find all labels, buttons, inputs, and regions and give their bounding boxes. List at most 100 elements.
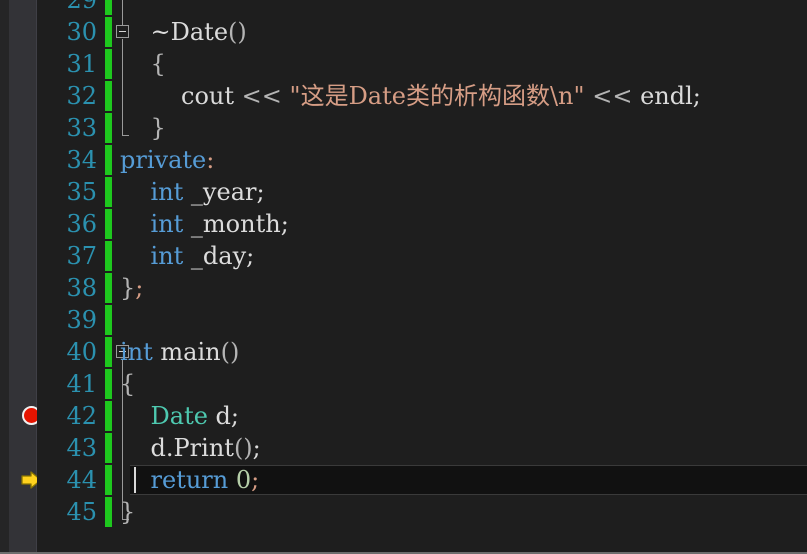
change-bar-segment	[105, 145, 112, 175]
code-editor-pane[interactable]: 29 30 31 32 33 34 35 36 37 38 39 40 41 42 43 44 45 ~Date…	[0, 0, 807, 554]
code-line[interactable]: d.Print();	[120, 432, 807, 464]
change-bar-segment	[105, 81, 112, 111]
code-token: ;	[251, 466, 260, 494]
code-token: _year	[183, 178, 257, 206]
code-token: ()	[228, 18, 247, 46]
code-token: <<	[592, 82, 633, 110]
line-number: 37	[66, 242, 97, 270]
code-line[interactable]: cout << "这是Date类的析构函数\n" << endl;	[120, 80, 807, 112]
code-token: {	[150, 50, 166, 78]
line-number: 34	[66, 146, 97, 174]
code-token: ()	[220, 338, 240, 366]
change-bar-segment	[105, 273, 112, 303]
code-token: 0	[235, 466, 252, 494]
code-token: "这是Date类的析构函数\n"	[289, 82, 585, 110]
change-bar-segment	[105, 465, 112, 495]
glyph-margin[interactable]	[9, 0, 42, 552]
code-line[interactable]: {	[120, 48, 807, 80]
code-token: ;	[135, 274, 144, 302]
code-line[interactable]: {	[120, 368, 807, 400]
code-token: ;	[246, 242, 255, 270]
code-line[interactable]	[120, 304, 807, 336]
code-line[interactable]: int _month;	[120, 208, 807, 240]
code-token: :	[206, 146, 215, 174]
code-token: .	[165, 434, 174, 462]
code-token: _day	[183, 242, 247, 270]
change-bar-segment	[105, 497, 112, 527]
code-line[interactable]: }	[120, 496, 807, 528]
code-line[interactable]: private:	[120, 144, 807, 176]
code-token: ;	[280, 210, 289, 238]
change-bar-segment	[105, 177, 112, 207]
line-number: 31	[66, 50, 97, 78]
change-bar-segment	[105, 433, 112, 463]
change-bar-segment	[105, 209, 112, 239]
line-number: 33	[66, 114, 97, 142]
change-bar-segment	[105, 401, 112, 431]
line-number: 38	[66, 274, 97, 302]
code-line[interactable]: };	[120, 272, 807, 304]
code-token: ;	[230, 402, 240, 430]
code-token: <<	[241, 82, 282, 110]
line-number: 44	[66, 466, 97, 494]
code-token: ~Date	[150, 18, 229, 46]
code-token: ;	[692, 82, 701, 110]
code-token: d	[150, 434, 166, 462]
code-token: Date	[150, 402, 208, 430]
line-number: 42	[66, 402, 97, 430]
change-bar-segment	[105, 0, 112, 15]
change-bar-segment	[105, 49, 112, 79]
code-token: d	[207, 402, 231, 430]
code-text-area[interactable]: ~Date() { cout << "这是Date类的析构函数\n" << en…	[120, 0, 807, 552]
line-number: 41	[66, 370, 97, 398]
code-token: ()	[233, 434, 253, 462]
change-bar-segment	[105, 337, 112, 367]
code-token: Print	[173, 434, 234, 462]
code-token: }	[120, 274, 136, 302]
code-token: int	[150, 210, 184, 238]
code-line[interactable]: return 0;	[120, 464, 807, 496]
line-number: 45	[66, 498, 97, 526]
code-token: private	[120, 146, 207, 174]
code-line[interactable]: }	[120, 112, 807, 144]
change-bar-segment	[105, 17, 112, 47]
code-token: int	[150, 178, 184, 206]
code-token: int	[120, 338, 153, 366]
code-token: {	[120, 370, 136, 398]
code-token: int	[150, 242, 184, 270]
code-line[interactable]: int _year;	[120, 176, 807, 208]
code-token: cout	[181, 82, 235, 110]
code-token: }	[120, 498, 136, 526]
change-bar-segment	[105, 113, 112, 143]
code-line[interactable]	[120, 0, 807, 16]
line-number: 43	[66, 434, 97, 462]
code-token: ;	[256, 178, 265, 206]
line-number: 40	[66, 338, 97, 366]
code-line[interactable]: int main()	[120, 336, 807, 368]
change-bar-segment	[105, 305, 112, 335]
code-line[interactable]: ~Date()	[120, 16, 807, 48]
change-bar-segment	[105, 369, 112, 399]
line-number: 29	[66, 0, 97, 14]
code-token: return	[150, 466, 229, 494]
code-token: }	[150, 114, 166, 142]
code-token: endl	[640, 82, 693, 110]
code-line[interactable]: Date d;	[120, 400, 807, 432]
line-number-gutter: 29 30 31 32 33 34 35 36 37 38 39 40 41 42 43 44 45	[37, 0, 105, 552]
code-line[interactable]: int _day;	[120, 240, 807, 272]
line-number: 39	[66, 306, 97, 334]
editor-far-left-strip	[0, 0, 9, 552]
line-number: 36	[66, 210, 97, 238]
